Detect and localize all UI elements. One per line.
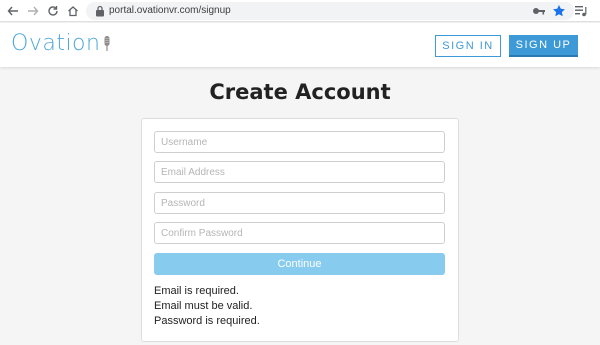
url-text: portal.ovationvr.com/signup [109, 5, 231, 16]
microphone-icon [104, 35, 110, 51]
signup-form: Continue Email is required. Email must b… [141, 118, 459, 342]
ovation-logo[interactable]: Ovation [11, 31, 112, 56]
username-input[interactable] [154, 131, 445, 153]
email-input[interactable] [154, 161, 445, 183]
lock-icon [96, 5, 104, 17]
error-email-invalid: Email must be valid. [154, 300, 253, 312]
page-title: Create Account [209, 80, 391, 104]
star-icon[interactable] [552, 4, 566, 18]
reload-icon[interactable] [44, 2, 62, 20]
error-password-required: Password is required. [154, 315, 260, 327]
home-icon[interactable] [64, 2, 82, 20]
sign-in-button[interactable]: SIGN IN [435, 35, 501, 57]
error-email-required: Email is required. [154, 285, 239, 297]
sign-up-button[interactable]: SIGN UP [509, 35, 578, 57]
key-icon[interactable] [532, 5, 546, 17]
error-messages: Email is required. Email must be valid. … [154, 284, 260, 329]
back-arrow-icon[interactable] [4, 2, 22, 20]
continue-button[interactable]: Continue [154, 253, 445, 275]
site-header: Ovation SIGN IN SIGN UP [0, 23, 600, 67]
playlist-icon[interactable] [574, 4, 588, 18]
address-bar[interactable]: portal.ovationvr.com/signup [86, 2, 574, 20]
forward-arrow-icon[interactable] [24, 2, 42, 20]
browser-toolbar: portal.ovationvr.com/signup [0, 0, 600, 22]
confirm-password-input[interactable] [154, 222, 445, 244]
password-input[interactable] [154, 192, 445, 214]
logo-text: Ovation [11, 31, 101, 56]
